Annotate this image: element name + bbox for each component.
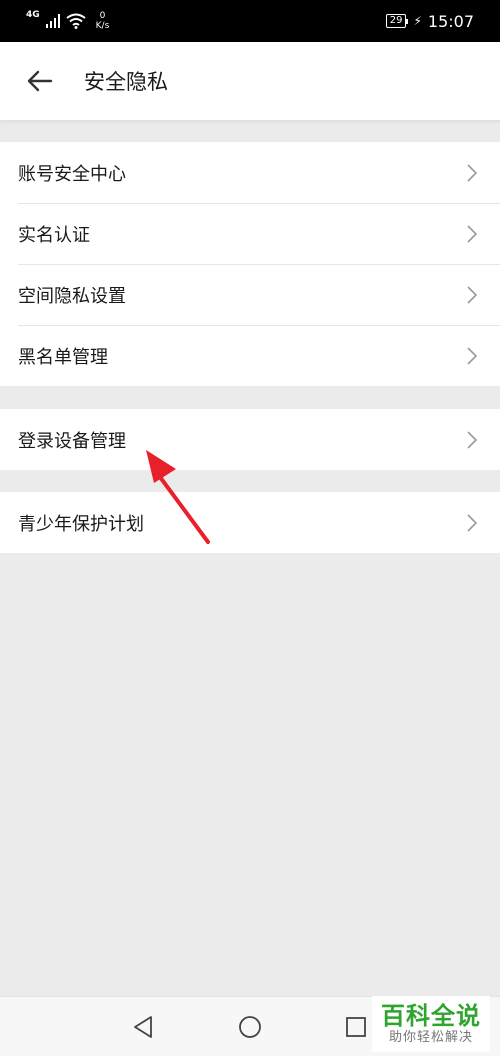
- menu-item-account-security-center[interactable]: 账号安全中心: [0, 142, 500, 203]
- watermark-title: 百科全说: [381, 1002, 481, 1030]
- battery-icon: 29: [385, 14, 409, 28]
- menu-item-label: 青少年保护计划: [18, 513, 144, 535]
- menu-item-label: 黑名单管理: [18, 346, 108, 368]
- chevron-right-icon: [467, 513, 478, 532]
- chevron-right-icon: [467, 224, 478, 243]
- chevron-right-icon: [467, 346, 478, 365]
- menu-item-real-name-verification[interactable]: 实名认证: [0, 203, 500, 264]
- settings-group-youth: 青少年保护计划: [0, 492, 500, 553]
- status-time: 15:07: [427, 11, 474, 31]
- page-title: 安全隐私: [84, 70, 168, 94]
- menu-item-label: 账号安全中心: [18, 163, 126, 185]
- triangle-back-icon[interactable]: [129, 1013, 157, 1041]
- circle-home-icon[interactable]: [236, 1013, 264, 1041]
- status-bar: 4G 0 K/s 29 ⚡ 15:07: [0, 0, 500, 42]
- settings-group-devices: 登录设备管理: [0, 409, 500, 470]
- charging-icon: ⚡: [413, 14, 422, 28]
- menu-item-youth-protection-plan[interactable]: 青少年保护计划: [0, 492, 500, 553]
- menu-item-label: 空间隐私设置: [18, 285, 126, 307]
- network-speed: 0 K/s: [96, 11, 110, 31]
- status-right: 29 ⚡ 15:07: [385, 11, 474, 31]
- wifi-icon: [66, 13, 86, 29]
- menu-item-blacklist-management[interactable]: 黑名单管理: [0, 325, 500, 386]
- chevron-right-icon: [467, 163, 478, 182]
- chevron-right-icon: [467, 430, 478, 449]
- status-left: 4G 0 K/s: [26, 10, 110, 31]
- arrow-left-icon: [27, 70, 53, 92]
- settings-group-account: 账号安全中心 实名认证 空间隐私设置 黑名单管理: [0, 142, 500, 386]
- square-recents-icon[interactable]: [342, 1013, 370, 1041]
- watermark-logo: 百科全说 助你轻松解决: [372, 996, 490, 1052]
- menu-item-login-device-management[interactable]: 登录设备管理: [0, 409, 500, 470]
- speed-value: 0: [99, 11, 106, 21]
- network-type: 4G: [26, 10, 40, 20]
- watermark-subtitle: 助你轻松解决: [388, 1030, 473, 1045]
- menu-item-label: 实名认证: [18, 224, 90, 246]
- app-header: 安全隐私: [0, 42, 500, 120]
- speed-unit: K/s: [95, 21, 110, 31]
- signal-icon: [45, 14, 60, 28]
- menu-item-label: 登录设备管理: [18, 430, 126, 452]
- chevron-right-icon: [467, 285, 478, 304]
- back-button[interactable]: [20, 61, 60, 101]
- menu-item-space-privacy-settings[interactable]: 空间隐私设置: [0, 264, 500, 325]
